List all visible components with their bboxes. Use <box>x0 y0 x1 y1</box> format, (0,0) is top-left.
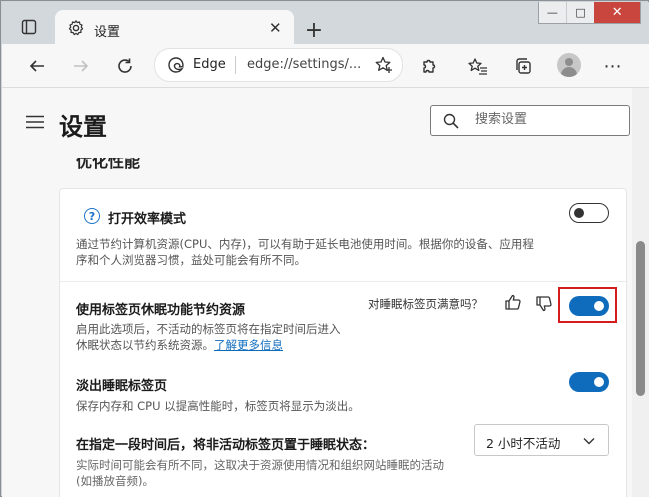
sleeping-tabs-title: 使用标签页休眠功能节约资源 <box>76 303 246 318</box>
highlight-box <box>558 287 617 323</box>
tab-actions-icon <box>21 19 37 35</box>
chevron-down-icon <box>583 438 595 445</box>
refresh-icon <box>118 58 132 73</box>
section-title: 优化性能 <box>76 152 141 171</box>
puzzle-icon <box>423 59 436 73</box>
sleep-after-select[interactable]: 2 小时不活动 <box>474 424 609 456</box>
extensions-button[interactable] <box>417 53 443 79</box>
settings-search[interactable] <box>430 105 630 136</box>
title-bar: 设置 ✕ + — □ ✕ <box>2 2 649 46</box>
sleep-after-title: 在指定一段时间后，将非活动标签页置于睡眠状态： <box>76 438 376 453</box>
address-brand: Edge <box>193 57 226 72</box>
address-url[interactable]: edge://settings/... <box>247 57 361 72</box>
sleeping-tabs-desc-text: 休眠状态以节约系统资源。 <box>76 338 214 352</box>
gear-icon <box>68 20 84 36</box>
help-icon[interactable]: ? <box>84 208 100 224</box>
feedback-prompt: 对睡眠标签页满意吗？ <box>368 297 483 311</box>
collections-button[interactable] <box>510 53 536 79</box>
forward-arrow-icon <box>74 60 89 72</box>
browser-window: 设置 ✕ + — □ ✕ Edge edge://settings/... ⋯ … <box>0 0 649 497</box>
back-arrow-icon <box>29 60 44 72</box>
new-tab-button[interactable]: + <box>300 16 328 44</box>
thumbs-up-icon[interactable] <box>504 293 522 311</box>
tab-title: 设置 <box>94 25 121 40</box>
learn-more-link[interactable]: 了解更多信息 <box>214 338 283 352</box>
sleep-after-desc-line2: (如播放音频)。 <box>76 474 154 488</box>
tab-settings[interactable]: 设置 ✕ <box>55 10 294 46</box>
search-icon <box>443 113 459 129</box>
hamburger-menu-icon[interactable] <box>26 115 44 129</box>
favorites-list-icon <box>468 58 487 75</box>
back-button[interactable] <box>24 53 50 79</box>
window-controls: — □ ✕ <box>538 2 641 24</box>
efficiency-mode-title: 打开效率模式 <box>108 212 187 227</box>
forward-button[interactable] <box>68 53 94 79</box>
maximize-button[interactable]: □ <box>565 2 595 23</box>
tab-close-button[interactable]: ✕ <box>269 19 282 37</box>
add-favorite-icon[interactable] <box>374 55 394 75</box>
more-dots-icon: ⋯ <box>603 55 623 77</box>
tab-actions-button[interactable] <box>16 14 42 40</box>
sleep-after-desc-line1: 实际时间可能会有所不同，这取决于资源使用情况和组织网站睡眠的活动 <box>76 458 444 472</box>
minimize-button[interactable]: — <box>539 2 566 23</box>
edge-logo-icon <box>168 57 184 73</box>
search-input[interactable] <box>473 111 627 128</box>
performance-card: ? 打开效率模式 通过节约计算机资源(CPU、内存)，可以有助于延长电池使用时间… <box>59 188 627 497</box>
efficiency-mode-toggle[interactable] <box>569 203 609 223</box>
divider <box>60 281 626 282</box>
collections-icon <box>516 58 531 74</box>
address-separator <box>235 56 236 74</box>
sleep-after-value: 2 小时不活动 <box>486 436 561 451</box>
profile-avatar[interactable] <box>557 53 581 77</box>
fade-tabs-desc: 保存内存和 CPU 以提高性能时，标签页将显示为淡出。 <box>76 399 360 413</box>
sleeping-tabs-desc-line1: 启用此选项后，不活动的标签页将在指定时间后进入 <box>76 322 341 336</box>
efficiency-desc-line2: 序和个人浏览器习惯，益处可能会有所不同。 <box>76 253 306 267</box>
toggle-knob <box>594 377 604 387</box>
scrollbar-thumb[interactable] <box>636 241 645 396</box>
fade-tabs-toggle[interactable] <box>569 372 609 392</box>
toggle-knob <box>574 208 584 218</box>
close-button[interactable]: ✕ <box>594 2 640 23</box>
more-menu-button[interactable]: ⋯ <box>600 53 626 79</box>
favorites-button[interactable] <box>465 53 491 79</box>
page-scrollbar[interactable] <box>632 88 649 497</box>
browser-toolbar: Edge edge://settings/... ⋯ <box>2 44 649 88</box>
fade-tabs-title: 淡出睡眠标签页 <box>76 379 168 394</box>
thumbs-down-icon[interactable] <box>535 295 553 313</box>
refresh-button[interactable] <box>112 53 138 79</box>
settings-page: 设置 优化性能 ? 打开效率模式 通过节约计算机资源(CPU、内存)，可以有助于… <box>2 88 632 497</box>
address-bar[interactable]: Edge edge://settings/... <box>154 48 403 82</box>
efficiency-desc-line1: 通过节约计算机资源(CPU、内存)，可以有助于延长电池使用时间。根据你的设备、应… <box>76 237 534 251</box>
sleeping-tabs-desc-line2: 休眠状态以节约系统资源。了解更多信息 <box>76 337 283 353</box>
page-title: 设置 <box>59 113 107 141</box>
